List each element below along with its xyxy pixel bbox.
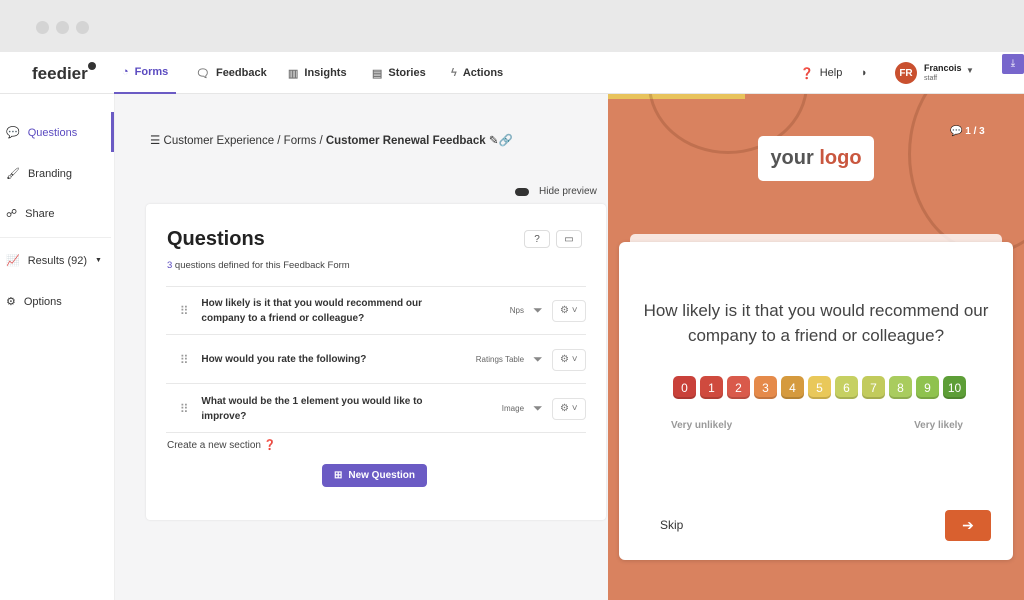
sidebar-item-share[interactable]: ☍ Share: [6, 207, 55, 221]
nps-option-3[interactable]: 3: [754, 376, 777, 399]
top-nav: feedier ◔ Forms 🗨 Feedback ▥ Insights ▤ Stor…: [0, 52, 1024, 94]
breadcrumb-path[interactable]: Customer Experience / Forms /: [164, 135, 326, 147]
questions-subtitle: 3 questions defined for this Feedback Fo…: [167, 260, 350, 271]
page-title: Questions: [167, 228, 265, 250]
bolt-icon: ϟ: [451, 67, 457, 79]
hide-preview-toggle[interactable]: Hide preview: [515, 186, 597, 197]
user-name[interactable]: Francois: [924, 63, 962, 73]
forms-icon: ◔: [122, 66, 129, 78]
new-question-button[interactable]: ⊞ New Question: [322, 464, 427, 487]
breadcrumb: ☰ Customer Experience / Forms / Customer…: [150, 133, 513, 147]
toggle-icon[interactable]: [515, 187, 529, 196]
nav-forms[interactable]: ◔ Forms: [114, 52, 177, 94]
your-logo: your logo: [758, 136, 874, 181]
layers-icon: ☰: [150, 135, 161, 147]
gears-icon: ⚙: [6, 296, 16, 308]
low-label: Very unlikely: [671, 420, 733, 431]
create-section-link[interactable]: Create a new section ❓: [167, 440, 276, 451]
share-icon: ☍: [6, 208, 18, 220]
speed-icon[interactable]: ◗: [861, 52, 868, 94]
nps-option-0[interactable]: 0: [673, 376, 696, 399]
help-link[interactable]: ❓ Help: [800, 52, 842, 94]
sidebar-item-options[interactable]: ⚙ Options: [6, 295, 62, 309]
arrow-right-icon: ➔: [962, 517, 974, 533]
nav-stories[interactable]: ▤ Stories: [372, 52, 426, 94]
nps-option-6[interactable]: 6: [835, 376, 858, 399]
sidebar-item-results[interactable]: 📈 Results (92) ▼: [6, 254, 102, 268]
help-icon: ❓: [800, 67, 814, 80]
sidebar-item-branding[interactable]: 🖌 Branding: [6, 167, 72, 181]
drag-handle-icon[interactable]: ⠿: [166, 353, 201, 367]
questions-icon: 💬: [6, 127, 20, 139]
chat-icon: 💬: [950, 126, 963, 137]
nps-option-10[interactable]: 10: [943, 376, 966, 399]
nav-feedback[interactable]: 🗨 Feedback: [196, 52, 267, 94]
nps-option-9[interactable]: 9: [916, 376, 939, 399]
main-panel: ☰ Customer Experience / Forms / Customer…: [115, 94, 608, 600]
questions-card: Questions 3 questions defined for this F…: [146, 204, 606, 520]
filter-icon[interactable]: ⏷: [524, 401, 552, 416]
sidebar-item-questions[interactable]: 💬 Questions: [6, 126, 77, 140]
window-close-button[interactable]: [36, 21, 49, 34]
download-button[interactable]: ⤓: [1002, 54, 1024, 74]
browser-chrome: [0, 0, 1024, 52]
question-row[interactable]: ⠿ How would you rate the following? Rating…: [166, 336, 586, 384]
question-row[interactable]: ⠿ What would be the 1 element you would l…: [166, 385, 586, 433]
window-maximize-button[interactable]: [76, 21, 89, 34]
chart-icon: 📈: [6, 255, 20, 267]
settings-dropdown[interactable]: ⚙ ˅: [551, 348, 586, 371]
next-button[interactable]: ➔: [945, 510, 991, 541]
nav-insights[interactable]: ▥ Insights: [288, 52, 347, 94]
question-row[interactable]: ⠿ How likely is it that you would recomme…: [166, 287, 586, 335]
nps-option-8[interactable]: 8: [889, 376, 912, 399]
nav-actions[interactable]: ϟ Actions: [451, 52, 503, 94]
plus-icon: ⊞: [333, 470, 343, 481]
high-label: Very likely: [914, 420, 963, 431]
question-card: How likely is it that you would recommen…: [619, 242, 1013, 560]
nps-option-5[interactable]: 5: [808, 376, 831, 399]
filter-icon[interactable]: ⏷: [524, 352, 551, 367]
link-icon[interactable]: 🔗: [498, 135, 512, 147]
chart-icon: ▥: [288, 67, 299, 80]
drag-handle-icon[interactable]: ⠿: [166, 402, 201, 416]
chevron-down-icon[interactable]: ▼: [966, 66, 974, 75]
preview-question: How likely is it that you would recommen…: [643, 301, 989, 345]
form-preview: 💬 1 / 3 your logo How likely is it that …: [608, 94, 1024, 600]
question-counter: 💬 1 / 3: [950, 126, 985, 137]
nps-option-1[interactable]: 1: [700, 376, 723, 399]
filter-icon[interactable]: ⏷: [524, 303, 552, 318]
nps-option-4[interactable]: 4: [781, 376, 804, 399]
user-role: staff: [924, 75, 938, 82]
settings-dropdown[interactable]: ⚙ ˅: [551, 397, 586, 420]
sidebar: 💬 Questions 🖌 Branding ☍ Share 📈 Results (92…: [0, 94, 115, 600]
feedier-logo[interactable]: feedier: [32, 62, 96, 84]
brush-icon: 🖌: [6, 168, 20, 180]
chat-icon: 🗨: [196, 67, 210, 80]
window-minimize-button[interactable]: [56, 21, 69, 34]
skip-button[interactable]: Skip: [660, 518, 683, 532]
help-button[interactable]: ?: [524, 230, 550, 248]
nps-option-2[interactable]: 2: [727, 376, 750, 399]
drag-handle-icon[interactable]: ⠿: [166, 304, 201, 318]
help-icon: ❓: [263, 440, 277, 451]
breadcrumb-current: Customer Renewal Feedback: [325, 135, 486, 147]
settings-dropdown[interactable]: ⚙ ˅: [551, 299, 586, 322]
avatar[interactable]: FR: [895, 62, 917, 84]
stories-icon: ▤: [372, 67, 383, 80]
nps-option-7[interactable]: 7: [862, 376, 885, 399]
video-button[interactable]: ▭: [556, 230, 582, 248]
nps-scale: 0 1 2 3 4 5 6 7 8 9 10: [673, 376, 966, 399]
